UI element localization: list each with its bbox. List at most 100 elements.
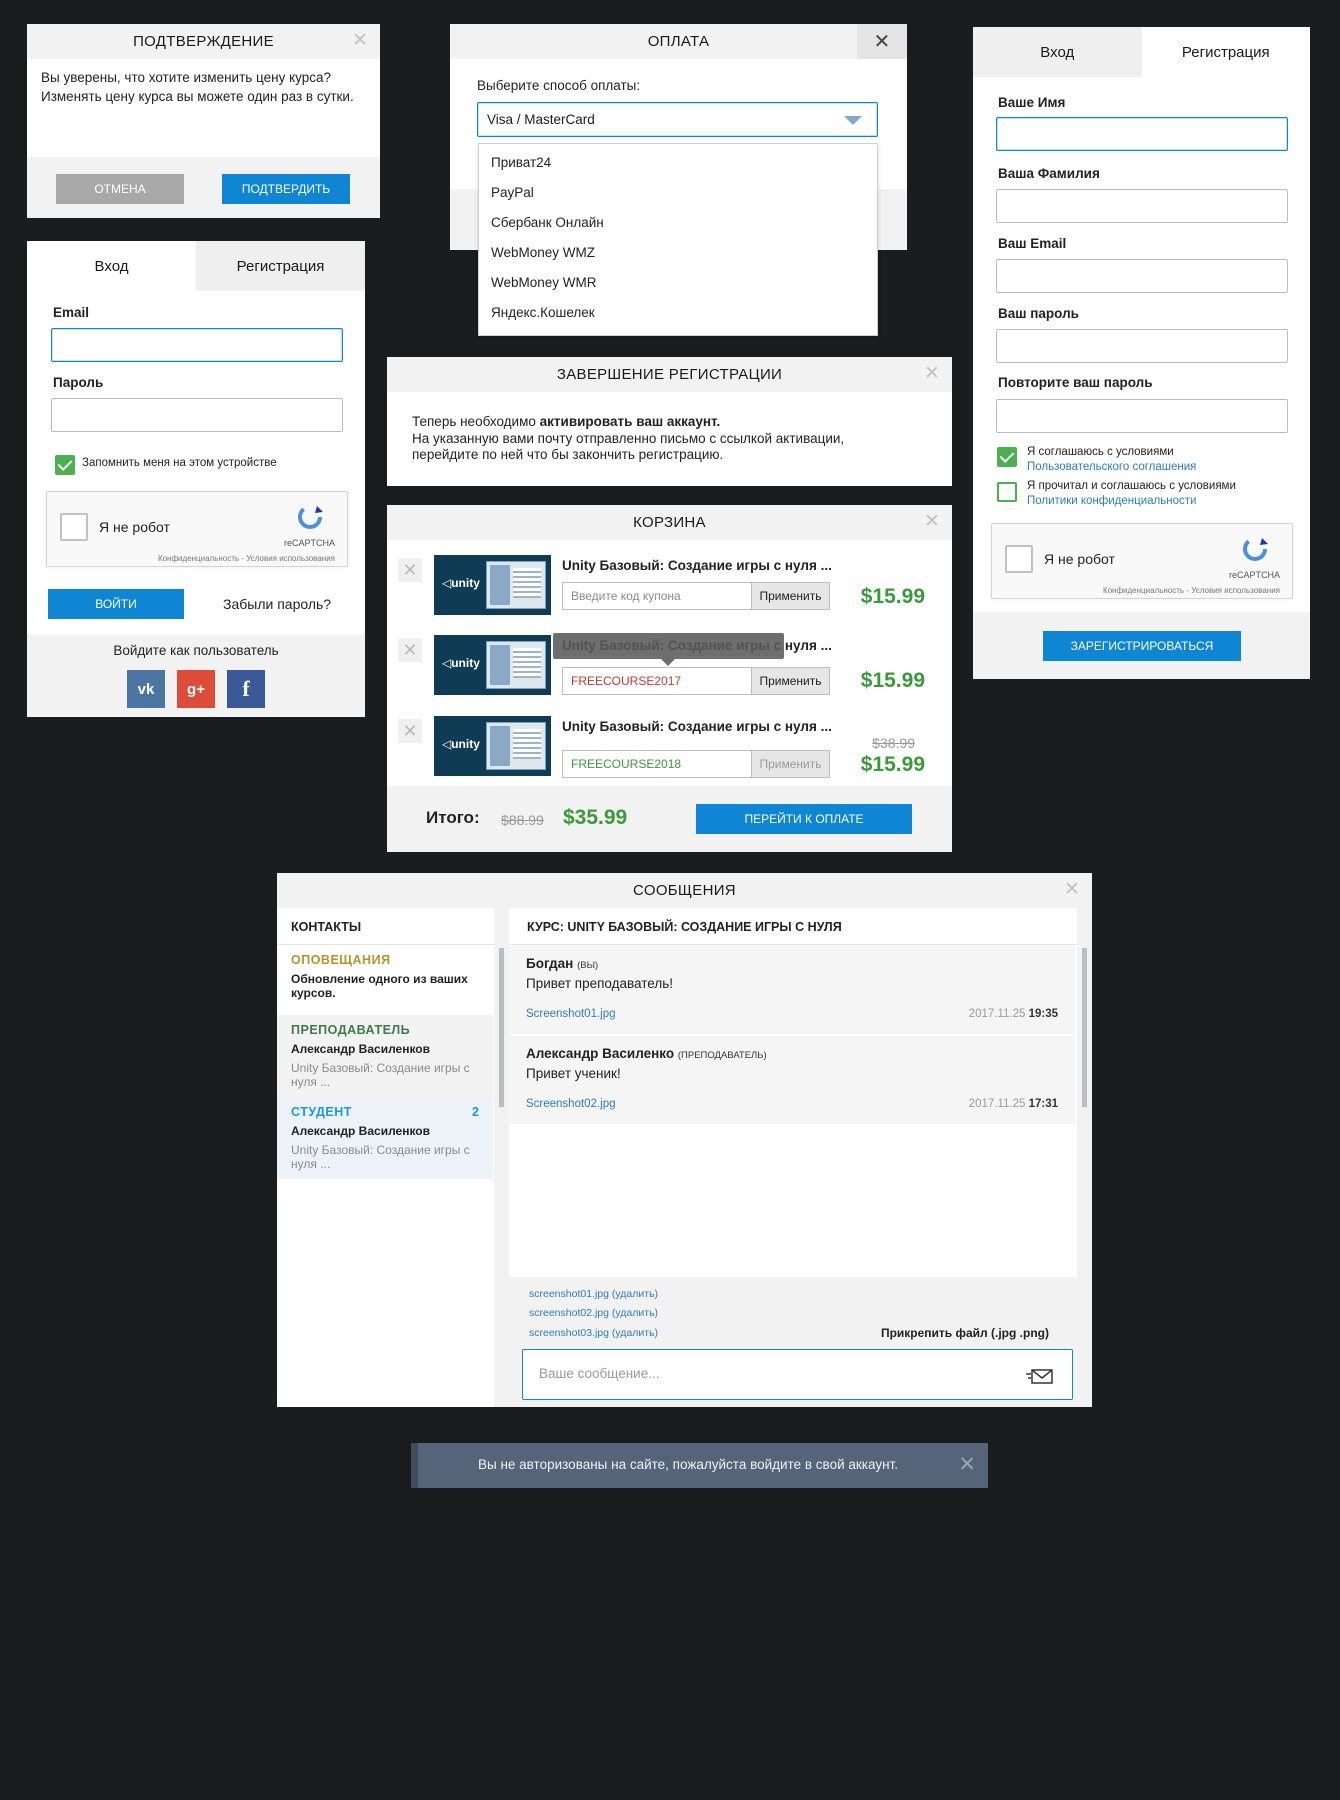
coupon-input[interactable]: FREECOURSE2018 bbox=[562, 750, 752, 778]
remove-file-link[interactable]: (удалить) bbox=[612, 1307, 658, 1319]
register-footer: ЗАРЕГИСТРИРОВАТЬСЯ bbox=[973, 612, 1310, 679]
message-attachment-link[interactable]: Screenshot02.jpg bbox=[526, 1098, 616, 1110]
payment-option[interactable]: PayPal bbox=[491, 185, 534, 200]
surname-field[interactable] bbox=[996, 189, 1288, 223]
message-author: Александр Василенко bbox=[526, 1046, 675, 1061]
confirm-line-1: Вы уверены, что хотите изменить цену кур… bbox=[41, 70, 332, 85]
coupon-input[interactable]: Введите код купона bbox=[562, 582, 752, 610]
close-icon[interactable]: ✕ bbox=[924, 512, 940, 531]
name-label: Ваше Имя bbox=[998, 95, 1066, 110]
close-icon[interactable]: ✕ bbox=[958, 1453, 976, 1477]
password-field[interactable] bbox=[996, 329, 1288, 363]
recaptcha-label: Я не робот bbox=[99, 519, 170, 535]
contact-role: СТУДЕНТ bbox=[291, 1105, 352, 1119]
cart-dialog: КОРЗИНА ✕ ✕ ◁unity Unity Базовый: Создан… bbox=[387, 505, 952, 852]
activation-line-2: На указанную вами почту отправленно пись… bbox=[412, 430, 845, 446]
attach-file-button[interactable]: Прикрепить файл (.jpg .png) bbox=[881, 1326, 1049, 1340]
contacts-scrollbar[interactable] bbox=[499, 948, 504, 1107]
remove-file-link[interactable]: (удалить) bbox=[612, 1327, 658, 1339]
recaptcha-terms[interactable]: Конфиденциальность - Условия использован… bbox=[158, 554, 335, 563]
contact-item[interactable]: ПРЕПОДАВАТЕЛЬ Александр Василенков Unity… bbox=[277, 1015, 493, 1097]
cart-item-price: $15.99 bbox=[860, 585, 925, 608]
cart-item-title[interactable]: Unity Базовый: Создание игры с нуля ... bbox=[562, 558, 832, 573]
registration-complete-dialog: ЗАВЕРШЕНИЕ РЕГИСТРАЦИИ ✕ Теперь необходи… bbox=[387, 357, 952, 486]
contact-item[interactable]: СТУДЕНТ 2 Александр Василенков Unity Баз… bbox=[277, 1097, 493, 1179]
payment-option[interactable]: Приват24 bbox=[491, 155, 551, 170]
password-repeat-field[interactable] bbox=[996, 399, 1288, 433]
total-old-price: $88.99 bbox=[501, 812, 544, 828]
coupon-input[interactable]: FREECOURSE2017 bbox=[562, 667, 752, 695]
privacy-link[interactable]: Политики конфиденциальности bbox=[1027, 495, 1196, 507]
cart-item: ✕ ◁unity Unity Базовый: Создание игры с … bbox=[387, 711, 953, 781]
vk-icon[interactable]: vk bbox=[127, 670, 165, 708]
password-field[interactable] bbox=[51, 398, 343, 432]
cart-item-title[interactable]: Unity Базовый: Создание игры с нуля ... bbox=[562, 719, 832, 734]
message-attachment-link[interactable]: Screenshot01.jpg bbox=[526, 1008, 616, 1020]
close-icon[interactable]: ✕ bbox=[857, 24, 907, 59]
forgot-password-link[interactable]: Забыли пароль? bbox=[223, 596, 331, 612]
remove-item-icon[interactable]: ✕ bbox=[398, 558, 422, 582]
payment-option[interactable]: Яндекс.Кошелек bbox=[491, 305, 595, 320]
terms-label: Я соглашаюсь с условиями bbox=[1027, 446, 1174, 458]
message-input[interactable]: Ваше сообщение... bbox=[522, 1349, 1073, 1400]
send-icon[interactable] bbox=[1026, 1367, 1054, 1385]
checkout-button[interactable]: ПЕРЕЙТИ К ОПЛАТЕ bbox=[696, 804, 912, 834]
recaptcha-checkbox[interactable] bbox=[60, 513, 88, 541]
tab-login[interactable]: Вход bbox=[27, 241, 196, 291]
password-label: Пароль bbox=[53, 375, 104, 390]
recaptcha-checkbox[interactable] bbox=[1005, 545, 1033, 573]
payment-option[interactable]: WebMoney WMR bbox=[491, 275, 597, 290]
register-button[interactable]: ЗАРЕГИСТРИРОВАТЬСЯ bbox=[1043, 631, 1241, 661]
message-author: Богдан bbox=[526, 956, 574, 971]
contact-name: Александр Василенков bbox=[291, 1042, 431, 1056]
payment-method-select[interactable]: Visa / MasterCard bbox=[477, 102, 878, 137]
attached-file: screenshot03.jpg (удалить) bbox=[529, 1327, 659, 1339]
payment-header: ОПЛАТА ✕ bbox=[450, 24, 907, 59]
close-icon[interactable]: ✕ bbox=[1064, 880, 1080, 899]
cart-item: ✕ ◁unity Unity Базовый: Создание игры с … bbox=[387, 550, 953, 620]
course-thumbnail: ◁unity bbox=[434, 635, 551, 695]
registration-complete-title: ЗАВЕРШЕНИЕ РЕГИСТРАЦИИ bbox=[556, 366, 783, 383]
tab-login[interactable]: Вход bbox=[973, 27, 1142, 77]
remove-item-icon[interactable]: ✕ bbox=[398, 638, 422, 662]
close-icon[interactable]: ✕ bbox=[924, 364, 940, 383]
confirm-button[interactable]: ПОДТВЕРДИТЬ bbox=[222, 174, 350, 204]
email-label: Email bbox=[53, 305, 90, 320]
email-field[interactable] bbox=[996, 259, 1288, 293]
remove-item-icon[interactable]: ✕ bbox=[398, 719, 422, 743]
recaptcha-widget: Я не робот reCAPTCHA Конфиденциальность … bbox=[46, 491, 348, 567]
social-login-section: Войдите как пользователь vk g+ f bbox=[27, 635, 365, 717]
cart-item-price: $15.99 bbox=[860, 753, 925, 776]
email-field[interactable] bbox=[51, 328, 343, 362]
remove-file-link[interactable]: (удалить) bbox=[612, 1288, 658, 1300]
cancel-button[interactable]: ОТМЕНА bbox=[56, 174, 184, 204]
tab-register[interactable]: Регистрация bbox=[1141, 27, 1310, 77]
contacts-header: КОНТАКТЫ bbox=[291, 920, 362, 934]
cart-footer: Итого: $88.99 $35.99 ПЕРЕЙТИ К ОПЛАТЕ bbox=[387, 786, 952, 852]
facebook-icon[interactable]: f bbox=[227, 670, 265, 708]
payment-selected: Visa / MasterCard bbox=[487, 112, 595, 127]
terms-link[interactable]: Пользовательского соглашения bbox=[1027, 461, 1196, 473]
payment-option[interactable]: WebMoney WMZ bbox=[491, 245, 595, 260]
payment-option[interactable]: Сбербанк Онлайн bbox=[491, 215, 604, 230]
password-label: Ваш пароль bbox=[998, 306, 1079, 321]
tab-register[interactable]: Регистрация bbox=[196, 241, 365, 291]
close-icon[interactable]: ✕ bbox=[352, 31, 368, 50]
name-field[interactable] bbox=[996, 117, 1288, 151]
google-plus-icon[interactable]: g+ bbox=[177, 670, 215, 708]
recaptcha-terms[interactable]: Конфиденциальность - Условия использован… bbox=[1103, 586, 1280, 595]
privacy-checkbox[interactable] bbox=[997, 482, 1017, 502]
confirm-title: ПОДТВЕРЖДЕНИЕ bbox=[133, 33, 274, 50]
message-input-placeholder: Ваше сообщение... bbox=[539, 1366, 660, 1381]
conversation-panel: КУРС: UNITY БАЗОВЫЙ: СОЗДАНИЕ ИГРЫ С НУЛ… bbox=[509, 908, 1077, 1277]
messages-scrollbar[interactable] bbox=[1082, 948, 1087, 1107]
login-button[interactable]: ВОЙТИ bbox=[48, 589, 184, 619]
apply-coupon-button[interactable]: Применить bbox=[751, 750, 830, 778]
recaptcha-label: Я не робот bbox=[1044, 551, 1115, 567]
remember-checkbox[interactable] bbox=[55, 455, 75, 475]
terms-checkbox[interactable] bbox=[997, 447, 1017, 467]
apply-coupon-button[interactable]: Применить bbox=[751, 582, 830, 610]
unread-badge: 2 bbox=[472, 1105, 479, 1119]
messages-title: СООБЩЕНИЯ bbox=[633, 882, 736, 899]
apply-coupon-button[interactable]: Применить bbox=[751, 667, 830, 695]
